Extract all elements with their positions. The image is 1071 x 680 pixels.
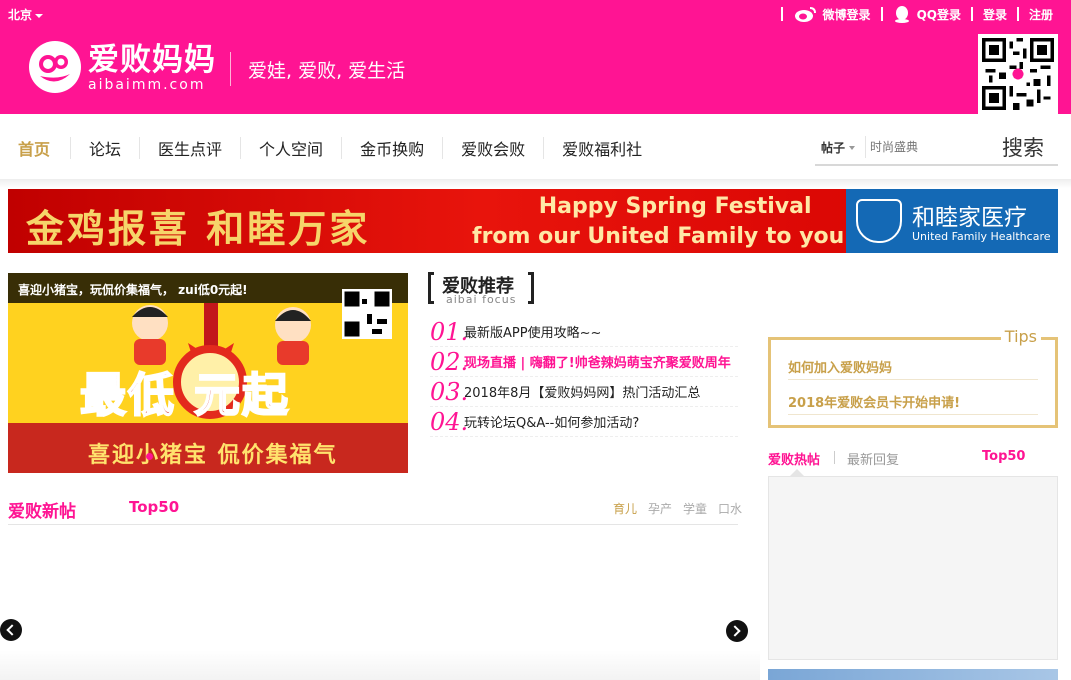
recommend-heading: 爱败推荐 aibai focus bbox=[428, 270, 538, 306]
city-label: 北京 bbox=[8, 8, 33, 22]
item-title: 2018年8月【爱败妈妈网】热门活动汇总 bbox=[464, 386, 701, 401]
recommend-list: 01. 最新版APP使用攻略~~ 02. 现场直播 | 嗨翻了!帅爸辣妈萌宝齐聚爱败… bbox=[430, 317, 738, 437]
tab-pregnancy[interactable]: 孕产 bbox=[648, 500, 672, 517]
brand-name-cn: 和睦家医疗 bbox=[912, 205, 1027, 231]
divider bbox=[0, 180, 1071, 188]
divider bbox=[970, 7, 973, 21]
item-title: 现场直播 | 嗨翻了!帅爸辣妈萌宝齐聚爱败周年 bbox=[464, 356, 731, 371]
account-links: 微博登录 QQ登录 登录 注册 bbox=[771, 5, 1053, 23]
divider bbox=[1016, 7, 1019, 21]
banner-en-line1: Happy Spring Festival bbox=[538, 194, 812, 219]
item-number: 02. bbox=[430, 347, 469, 376]
top-bar: 北京 微博登录 QQ登录 登录 注册 bbox=[0, 0, 1071, 26]
carousel-next-arrow-icon[interactable] bbox=[726, 620, 748, 642]
carousel-prev-arrow-icon[interactable] bbox=[0, 619, 22, 641]
banner-cn-text: 金鸡报喜 和睦万家 bbox=[26, 206, 371, 251]
chevron-down-icon bbox=[849, 146, 856, 150]
logo-domain: aibaimm.com bbox=[88, 77, 206, 93]
item-number: 01. bbox=[430, 317, 469, 346]
nav-item-forum[interactable]: 论坛 bbox=[71, 136, 139, 160]
search-button[interactable]: 搜索 bbox=[1002, 132, 1044, 162]
nav-item-personal-space[interactable]: 个人空间 bbox=[241, 136, 341, 160]
divider bbox=[880, 7, 883, 21]
banner-en-text: Happy Spring Festival from our United Fa… bbox=[472, 192, 878, 252]
slogan: 爱娃, 爱败, 爱生活 bbox=[248, 60, 406, 82]
item-title: 玩转论坛Q&A--如何参加活动? bbox=[464, 416, 640, 431]
tab-parenting[interactable]: 育儿 bbox=[613, 500, 637, 517]
sidebar-image[interactable] bbox=[768, 669, 1058, 680]
banner-brand: 和睦家医疗 United Family Healthcare bbox=[846, 189, 1058, 253]
logo-name: 爱败妈妈 bbox=[88, 42, 216, 78]
weibo-login-link[interactable]: 微博登录 bbox=[793, 5, 871, 23]
nav-item-coin-exchange[interactable]: 金币换购 bbox=[342, 136, 442, 160]
chevron-down-icon bbox=[35, 13, 44, 18]
nav-item-aibai-events[interactable]: 爱败会败 bbox=[443, 136, 543, 160]
qq-icon bbox=[894, 6, 909, 23]
hot-top50-link[interactable]: Top50 bbox=[982, 449, 1025, 464]
item-number: 04. bbox=[430, 407, 469, 436]
login-link[interactable]: 登录 bbox=[983, 6, 1007, 23]
new-posts-title: 爱败新帖 bbox=[8, 502, 76, 522]
divider bbox=[780, 7, 783, 21]
qr-code-image bbox=[982, 38, 1054, 110]
promo-slide[interactable]: 最低 元起 喜迎小猪宝 侃价集福气 喜迎小猪宝，玩侃价集福气， zui低0元起! bbox=[8, 273, 408, 473]
divider bbox=[230, 52, 231, 86]
nav-item-home[interactable]: 首页 bbox=[0, 136, 70, 160]
brand-name-en: United Family Healthcare bbox=[912, 230, 1051, 243]
site-logo[interactable]: 爱败妈妈 aibaimm.com bbox=[28, 40, 216, 94]
item-number: 03. bbox=[430, 377, 469, 406]
content-fade bbox=[0, 650, 760, 680]
item-title: 最新版APP使用攻略~~ bbox=[464, 326, 602, 341]
new-posts-tabs: 育儿 孕产 学童 口水 bbox=[613, 500, 753, 517]
brand-emblem-icon bbox=[856, 199, 902, 243]
site-header: 爱败妈妈 aibaimm.com 爱娃, 爱败, 爱生活 bbox=[0, 26, 1071, 114]
nav-item-welfare[interactable]: 爱败福利社 bbox=[544, 136, 660, 160]
search-type-label: 帖子 bbox=[821, 140, 846, 155]
qr-code bbox=[978, 34, 1058, 114]
tab-pointer bbox=[790, 469, 804, 476]
logo-mother-child-icon bbox=[29, 41, 81, 93]
list-item[interactable]: 02. 现场直播 | 嗨翻了!帅爸辣妈萌宝齐聚爱败周年 bbox=[430, 347, 738, 377]
tab-hot-posts[interactable]: 爱败热帖 bbox=[768, 449, 820, 468]
list-item[interactable]: 04. 玩转论坛Q&A--如何参加活动? bbox=[430, 407, 738, 437]
search-input[interactable] bbox=[865, 136, 1000, 158]
banner-en-line2: from our United Family to yours! bbox=[472, 224, 879, 249]
slide-qr-code bbox=[342, 289, 392, 339]
nav-item-doctor-reviews[interactable]: 医生点评 bbox=[140, 136, 240, 160]
slide-indicator-dot[interactable] bbox=[146, 453, 153, 460]
main-nav: 首页 论坛 医生点评 个人空间 金币换购 爱败会败 爱败福利社 帖子 搜索 bbox=[0, 114, 1071, 180]
new-posts-top50-link[interactable]: Top50 bbox=[129, 498, 179, 516]
tips-box: Tips 如何加入爱败妈妈 2018年爱败会员卡开始申请! bbox=[768, 327, 1058, 428]
qq-login-link[interactable]: QQ登录 bbox=[893, 5, 961, 23]
tab-latest-replies[interactable]: 最新回复 bbox=[847, 449, 899, 468]
list-item[interactable]: 03. 2018年8月【爱败妈妈网】热门活动汇总 bbox=[430, 377, 738, 407]
divider bbox=[8, 524, 738, 525]
search-type-select[interactable]: 帖子 bbox=[815, 139, 865, 156]
list-item[interactable]: 01. 最新版APP使用攻略~~ bbox=[430, 317, 738, 347]
recommend-subtitle: aibai focus bbox=[446, 293, 517, 306]
search-bar: 帖子 搜索 bbox=[815, 130, 1058, 166]
hot-posts-panel bbox=[768, 476, 1058, 660]
city-selector[interactable]: 北京 bbox=[8, 6, 44, 23]
tips-link-join[interactable]: 如何加入爱败妈妈 bbox=[788, 347, 1038, 380]
tips-label: Tips bbox=[1000, 327, 1041, 346]
weibo-icon bbox=[794, 7, 816, 22]
tab-chat[interactable]: 口水 bbox=[718, 500, 742, 517]
register-link[interactable]: 注册 bbox=[1029, 6, 1053, 23]
qq-login-label: QQ登录 bbox=[916, 7, 961, 22]
divider bbox=[834, 451, 835, 464]
tab-school-kids[interactable]: 学童 bbox=[683, 500, 707, 517]
slide-main-text: 最低 元起 bbox=[79, 367, 291, 423]
tips-link-membership[interactable]: 2018年爱败会员卡开始申请! bbox=[788, 382, 1038, 415]
bracket-right bbox=[528, 272, 534, 304]
ad-banner[interactable]: 金鸡报喜 和睦万家 Happy Spring Festival from our… bbox=[8, 189, 1058, 253]
bracket-left bbox=[428, 272, 434, 304]
qr-code-image bbox=[342, 289, 392, 339]
weibo-login-label: 微博登录 bbox=[822, 7, 871, 22]
slide-sub-text: 喜迎小猪宝 侃价集福气 bbox=[88, 443, 338, 468]
nav-items: 首页 论坛 医生点评 个人空间 金币换购 爱败会败 爱败福利社 bbox=[0, 136, 660, 160]
